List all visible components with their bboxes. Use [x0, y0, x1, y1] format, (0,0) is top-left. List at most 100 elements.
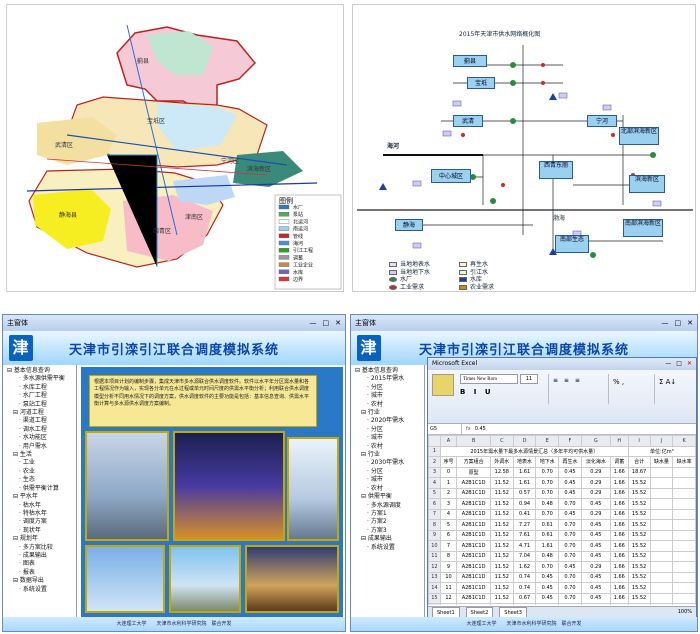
table-cell[interactable]: 0.70: [558, 519, 582, 531]
table-cell[interactable]: 15.52: [627, 498, 651, 510]
table-cell[interactable]: [649, 582, 674, 594]
bold-italic-underline-buttons[interactable]: B I U: [460, 388, 494, 396]
table-cell[interactable]: 0.45: [558, 477, 582, 489]
table-cell[interactable]: 1.66: [609, 519, 629, 531]
table-cell[interactable]: 1.66: [609, 498, 629, 510]
table-cell[interactable]: 4: [439, 508, 458, 520]
table-cell[interactable]: 0.45: [580, 592, 611, 604]
table-header[interactable]: 缺水量: [649, 456, 674, 468]
table-cell[interactable]: 0.45: [558, 466, 582, 478]
table-cell[interactable]: 1.66: [609, 487, 629, 499]
table-cell[interactable]: 0.29: [580, 466, 611, 478]
table-cell[interactable]: 15.52: [627, 519, 651, 531]
table-cell[interactable]: A2B1C1D: [456, 571, 491, 583]
tree-item[interactable]: · 枯水年: [7, 502, 76, 510]
table-cell[interactable]: 0.70: [535, 487, 560, 499]
column-header[interactable]: K: [672, 435, 696, 447]
table-row[interactable]: 5 2 A2B1C1D 11.52 0.57 0.70 0.45 0.29 1.66 15.52: [428, 487, 696, 499]
table-cell[interactable]: [649, 477, 674, 489]
tree-item[interactable]: · 水功能区: [7, 434, 76, 442]
column-header[interactable]: D: [512, 435, 537, 447]
tree-item[interactable]: · 成果输出: [7, 552, 76, 560]
tree-item[interactable]: ⊟ 规划年: [7, 535, 76, 543]
table-row[interactable]: 3 0 原型 12.58 1.61 0.70 0.45 0.29 1.66 18.67: [428, 466, 696, 478]
column-header[interactable]: H: [609, 435, 629, 447]
table-cell[interactable]: 0.70: [558, 529, 582, 541]
table-cell[interactable]: 0.45: [580, 540, 611, 552]
table-cell[interactable]: [649, 498, 674, 510]
tree-item[interactable]: · 多方案比较: [7, 544, 76, 552]
table-cell[interactable]: 15.52: [627, 487, 651, 499]
table-cell[interactable]: [649, 603, 674, 605]
table-header[interactable]: 方案组合: [456, 456, 491, 468]
maximize-button[interactable]: □: [675, 315, 682, 331]
table-cell[interactable]: 0.45: [535, 592, 560, 604]
table-cell[interactable]: 0.45: [580, 571, 611, 583]
table-cell[interactable]: 0.45: [558, 508, 582, 520]
tree-item[interactable]: · 分区: [355, 468, 424, 476]
table-cell[interactable]: 0.70: [558, 592, 582, 604]
table-cell[interactable]: 15.52: [627, 477, 651, 489]
table-cell[interactable]: [649, 487, 674, 499]
tree-item[interactable]: · 多水源调度: [355, 502, 424, 510]
tree-item[interactable]: · 城市: [355, 392, 424, 400]
table-row[interactable]: 15 12 A2B1C1D 11.52 0.67 0.45 0.70 0.45 1.66 15.5…: [428, 592, 696, 604]
table-cell[interactable]: 1.66: [609, 571, 629, 583]
table-row[interactable]: 9 6 A2B1C1D 11.52 7.61 0.61 0.70 0.45 1.66 15.52: [428, 529, 696, 541]
table-cell[interactable]: 11.52: [489, 561, 514, 573]
table-cell[interactable]: [672, 540, 696, 552]
table-cell[interactable]: 0.45: [580, 582, 611, 594]
table-cell[interactable]: 0.61: [535, 519, 560, 531]
formula-input[interactable]: 0.45: [471, 424, 486, 434]
tree-item[interactable]: · 调水工程: [7, 426, 76, 434]
column-header[interactable]: C: [489, 435, 514, 447]
table-cell[interactable]: 11.52: [489, 487, 514, 499]
table-cell[interactable]: 10: [439, 571, 458, 583]
table-cell[interactable]: 0.29: [580, 508, 611, 520]
table-cell[interactable]: 15.52: [627, 529, 651, 541]
name-box[interactable]: G5: [428, 424, 462, 434]
table-cell[interactable]: 0.45: [558, 487, 582, 499]
tree-item[interactable]: · 农村: [355, 443, 424, 451]
table-cell[interactable]: 1.62: [512, 561, 537, 573]
table-cell[interactable]: 0.70: [558, 571, 582, 583]
table-cell[interactable]: 0.70: [535, 508, 560, 520]
table-cell[interactable]: A2B1C1D: [456, 529, 491, 541]
table-cell[interactable]: [672, 498, 696, 510]
table-cell[interactable]: 11.52: [489, 519, 514, 531]
table-cell[interactable]: 0.45: [535, 582, 560, 594]
sort-filter-button[interactable]: Σ A↓: [654, 374, 694, 404]
tree-item[interactable]: · 方案3: [355, 527, 424, 535]
tree-item[interactable]: · 分区: [355, 426, 424, 434]
table-cell[interactable]: A2B1C1D: [456, 582, 491, 594]
table-header[interactable]: 缺水率: [672, 456, 696, 468]
tree-item[interactable]: · 调度方案: [7, 518, 76, 526]
table-cell[interactable]: 0.45: [580, 550, 611, 562]
tree-item[interactable]: · 城市: [355, 476, 424, 484]
column-header[interactable]: E: [535, 435, 560, 447]
font-name-select[interactable]: Times New Rom: [460, 374, 518, 384]
table-cell[interactable]: 0.45: [558, 561, 582, 573]
tree-item[interactable]: · 农村: [355, 401, 424, 409]
tree-item[interactable]: · 生态: [7, 476, 76, 484]
table-cell[interactable]: 11.52: [489, 540, 514, 552]
table-cell[interactable]: 12: [439, 592, 458, 604]
column-header[interactable]: B: [456, 435, 491, 447]
table-cell[interactable]: A2B1C1D: [456, 561, 491, 573]
tree-item[interactable]: · 方案2: [355, 518, 424, 526]
table-cell[interactable]: 0.70: [558, 540, 582, 552]
table-cell[interactable]: [649, 592, 674, 604]
table-cell[interactable]: 1.61: [512, 477, 537, 489]
close-button[interactable]: ✕: [687, 315, 693, 331]
table-cell[interactable]: 1.66: [609, 582, 629, 594]
table-cell[interactable]: 15.52: [627, 540, 651, 552]
table-cell[interactable]: 13: [439, 603, 458, 605]
table-cell[interactable]: [649, 508, 674, 520]
close-button[interactable]: ✕: [335, 315, 341, 331]
table-cell[interactable]: 7.04: [512, 550, 537, 562]
table-cell[interactable]: 7.61: [512, 529, 537, 541]
table-cell[interactable]: 0.96: [512, 603, 537, 605]
table-cell[interactable]: 0: [439, 466, 458, 478]
tree-item[interactable]: · 农村: [355, 485, 424, 493]
table-cell[interactable]: 15.52: [627, 550, 651, 562]
